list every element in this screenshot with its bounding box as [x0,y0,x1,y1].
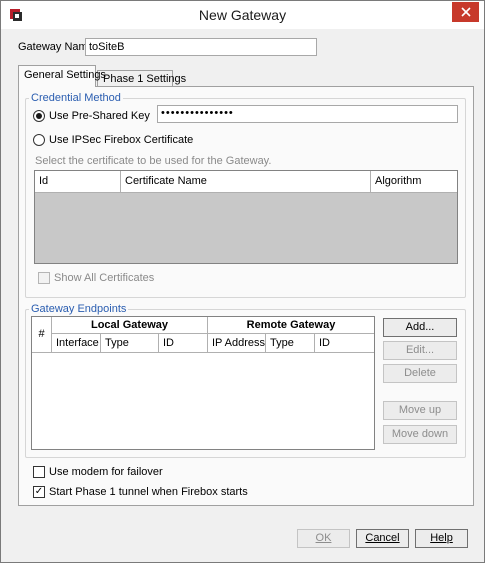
ipsec-certificate-label: Use IPSec Firebox Certificate [49,134,194,146]
move-down-button[interactable]: Move down [383,425,457,444]
cancel-button-label: Cancel [365,532,400,544]
general-settings-panel: Credential Method Use Pre-Shared Key •••… [18,86,474,506]
certificate-hint-text: Select the certificate to be used for th… [35,155,272,167]
remote-gateway-header: Remote Gateway [208,317,374,334]
endpoints-table[interactable]: # Local Gateway Remote Gateway Interface… [31,316,375,450]
new-gateway-dialog: New Gateway Gateway Name: toSiteB Genera… [0,0,485,563]
column-algorithm[interactable]: Algorithm [371,171,457,193]
pre-shared-key-label: Use Pre-Shared Key [49,110,150,122]
delete-endpoint-button[interactable]: Delete [383,364,457,383]
column-certificate-name[interactable]: Certificate Name [121,171,371,193]
show-all-certificates-label: Show All Certificates [54,272,155,284]
edit-endpoint-button[interactable]: Edit... [383,341,457,360]
cancel-button[interactable]: Cancel [356,529,409,548]
move-up-button[interactable]: Move up [383,401,457,420]
column-number[interactable]: # [32,317,52,353]
credential-method-title: Credential Method [29,92,123,104]
tab-phase1-settings[interactable]: Phase 1 Settings [97,70,186,87]
ok-button[interactable]: OK [297,529,350,548]
column-id[interactable]: Id [35,171,121,193]
close-icon [460,7,471,17]
modem-failover-checkbox[interactable] [33,466,45,478]
gateway-name-input[interactable]: toSiteB [85,38,317,56]
modem-failover-label: Use modem for failover [49,466,163,478]
local-gateway-header: Local Gateway [52,317,208,334]
start-phase1-label: Start Phase 1 tunnel when Firebox starts [49,486,248,498]
dialog-body: Gateway Name: toSiteB General Settings P… [1,29,484,562]
column-local-interface[interactable]: Interface [52,334,101,353]
help-button[interactable]: Help [415,529,468,548]
close-button[interactable] [452,2,479,22]
certificate-table[interactable]: Id Certificate Name Algorithm [34,170,458,264]
column-local-id[interactable]: ID [159,334,208,353]
start-phase1-checkbox[interactable]: ✓ [33,486,45,498]
pre-shared-key-input[interactable]: ••••••••••••••• [157,105,458,123]
help-button-label: Help [430,532,453,544]
column-remote-ip-address[interactable]: IP Address [208,334,266,353]
ok-button-label: OK [315,532,332,544]
gateway-endpoints-title: Gateway Endpoints [29,303,129,315]
column-remote-type[interactable]: Type [266,334,315,353]
window-title: New Gateway [198,7,287,23]
certificate-table-body [35,193,457,263]
title-bar: New Gateway [1,1,484,29]
column-remote-id[interactable]: ID [315,334,374,353]
tab-general-settings[interactable]: General Settings [18,65,106,87]
pre-shared-key-radio[interactable] [33,110,45,122]
show-all-certificates-checkbox[interactable] [38,272,50,284]
add-endpoint-button[interactable]: Add... [383,318,457,337]
column-local-type[interactable]: Type [101,334,159,353]
ipsec-certificate-radio[interactable] [33,134,45,146]
